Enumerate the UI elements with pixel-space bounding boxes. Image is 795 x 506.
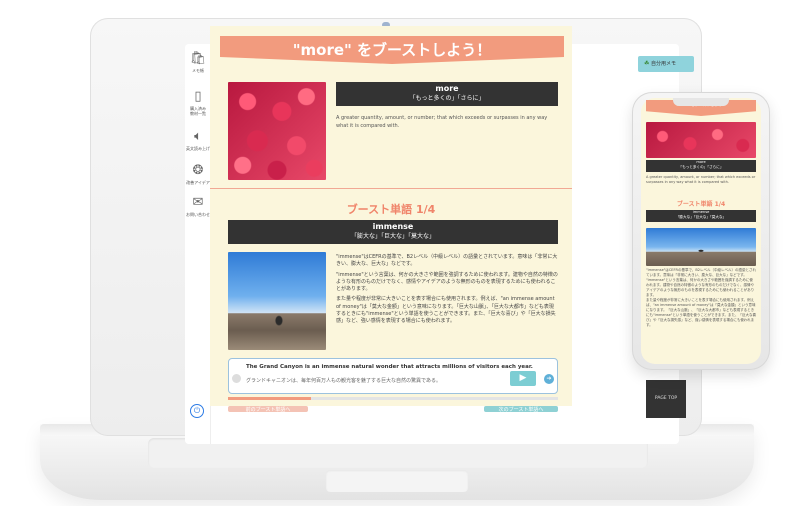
sidebar: 🛍︎ メモ帳 ▯ 購入済み 教材一覧 🔈︎ 英文読み上げ ❂ 改善アイデア ✉︎ xyxy=(185,44,211,444)
example-japanese: グランドキャニオンは、毎年何百万人もの観光客を魅了する巨大な自然の驚異である。 xyxy=(246,378,441,384)
prev-word-button[interactable]: 前のブースト単語へ xyxy=(228,406,308,412)
sidebar-item-read-aloud[interactable]: 🔈︎ 英文読み上げ xyxy=(185,129,211,152)
phone-word-bar-boost: immense 「膨大な」「巨大な」「莫大な」 xyxy=(646,210,756,222)
speaker-icon: 🔈︎ xyxy=(194,129,202,144)
word-bar-boost: immense 「膨大な」「巨大な」「莫大な」 xyxy=(228,220,558,244)
section-divider xyxy=(210,188,572,189)
phone-main-meaning: 「もっと多くの」「さらに」 xyxy=(678,165,724,169)
personal-memo-tab[interactable]: ☘︎ 自分用メモ xyxy=(638,56,694,72)
main-word: more xyxy=(435,84,459,93)
page-top-button[interactable]: PAGE TOP xyxy=(646,380,686,418)
sidebar-item-label: 改善アイデア xyxy=(186,180,210,185)
sidebar-item-label: メモ帳 xyxy=(192,68,204,73)
sidebar-item-label: お問い合わせ xyxy=(186,212,210,217)
sidebar-item-label: 購入済み 教材一覧 xyxy=(190,106,206,116)
phone-raspberry-photo xyxy=(646,122,756,158)
phone-main-word: more xyxy=(696,160,706,164)
boost-progress-fill xyxy=(228,397,311,400)
mountain-photo xyxy=(228,252,326,350)
mail-icon: ✉︎ xyxy=(192,195,204,210)
main-word-meaning: 「もっと多くの」「さらに」 xyxy=(409,95,485,102)
phone-boost-meaning: 「膨大な」「巨大な」「莫大な」 xyxy=(675,215,727,219)
word-bar-main: more 「もっと多くの」「さらに」 xyxy=(336,82,558,106)
main-word-definition: A greater quantity, amount, or number; t… xyxy=(336,115,548,129)
lightbulb-icon: ❂ xyxy=(192,163,204,178)
explanation-paragraph: "immense"はCEFRの基準で、B2レベル（中級レベル）の語彙とされていま… xyxy=(336,254,558,268)
sidebar-item-contact[interactable]: ✉︎ お問い合わせ xyxy=(185,195,211,218)
play-audio-button[interactable]: ▶ xyxy=(510,371,536,386)
book-icon: ▯ xyxy=(194,89,202,104)
next-word-button[interactable]: 次のブースト単語へ xyxy=(484,406,558,412)
explanation-paragraph: また量や程度が非常に大きいことを表す場合にも使用されます。例えば、"an imm… xyxy=(336,296,556,325)
phone-mountain-photo xyxy=(646,228,756,266)
device-mockup: 🛍︎ メモ帳 ▯ 購入済み 教材一覧 🔈︎ 英文読み上げ ❂ 改善アイデア ✉︎ xyxy=(0,0,795,506)
phone-explanation-paragraph: "immense"はCEFRの基準で、B2レベル（中級レベル）の語彙とされていま… xyxy=(646,268,756,277)
phone-word-bar-main: more 「もっと多くの」「さらに」 xyxy=(646,160,756,172)
leaf-icon: ☘︎ xyxy=(644,60,650,67)
phone-boost-explanation: "immense"はCEFRの基準で、B2レベル（中級レベル）の語彙とされていま… xyxy=(646,268,756,362)
phone-main-definition: A greater quantity, amount, or number; t… xyxy=(646,175,756,184)
phone-boost-word: immense xyxy=(692,210,710,214)
example-next-icon[interactable]: ➔ xyxy=(544,374,554,384)
sidebar-item-ideas[interactable]: ❂ 改善アイデア xyxy=(185,163,211,186)
boost-heading: ブースト単語 1/4 xyxy=(346,203,436,216)
phone-boost-heading: ブースト単語 1/4 xyxy=(676,201,726,208)
example-english: The Grand Canyon is an immense natural w… xyxy=(246,364,533,370)
phone-notch xyxy=(673,98,729,106)
laptop-trackpad xyxy=(326,470,468,492)
example-prev-icon[interactable] xyxy=(232,374,241,383)
boost-word-explanation: "immense"はCEFRの基準で、B2レベル（中級レベル）の語彙とされていま… xyxy=(336,254,558,326)
power-icon[interactable]: ⏻ xyxy=(190,404,204,418)
sidebar-item-label: 英文読み上げ xyxy=(186,146,210,151)
boost-progress-bar xyxy=(228,397,558,400)
sidebar-item-memo[interactable]: 🛍︎ メモ帳 xyxy=(185,51,211,74)
explanation-paragraph: "immense"という言葉は、何かの大きさや範囲を強調するために使われます。建… xyxy=(336,271,558,293)
raspberry-photo xyxy=(228,82,326,180)
memo-label: 自分用メモ xyxy=(650,61,676,67)
phone-explanation-paragraph: また量や程度が非常に大きいことを表す場合にも使用されます。例えば、"an imm… xyxy=(646,298,756,327)
boost-word-meaning: 「膨大な」「巨大な」「莫大な」 xyxy=(350,233,435,240)
boost-word: immense xyxy=(372,222,414,231)
phone-explanation-paragraph: "immense"という言葉は、何かの大きさや範囲を強調するために使われます。建… xyxy=(646,278,755,297)
sidebar-item-purchased[interactable]: ▯ 購入済み 教材一覧 xyxy=(185,89,211,117)
bag-icon: 🛍︎ xyxy=(189,51,207,66)
